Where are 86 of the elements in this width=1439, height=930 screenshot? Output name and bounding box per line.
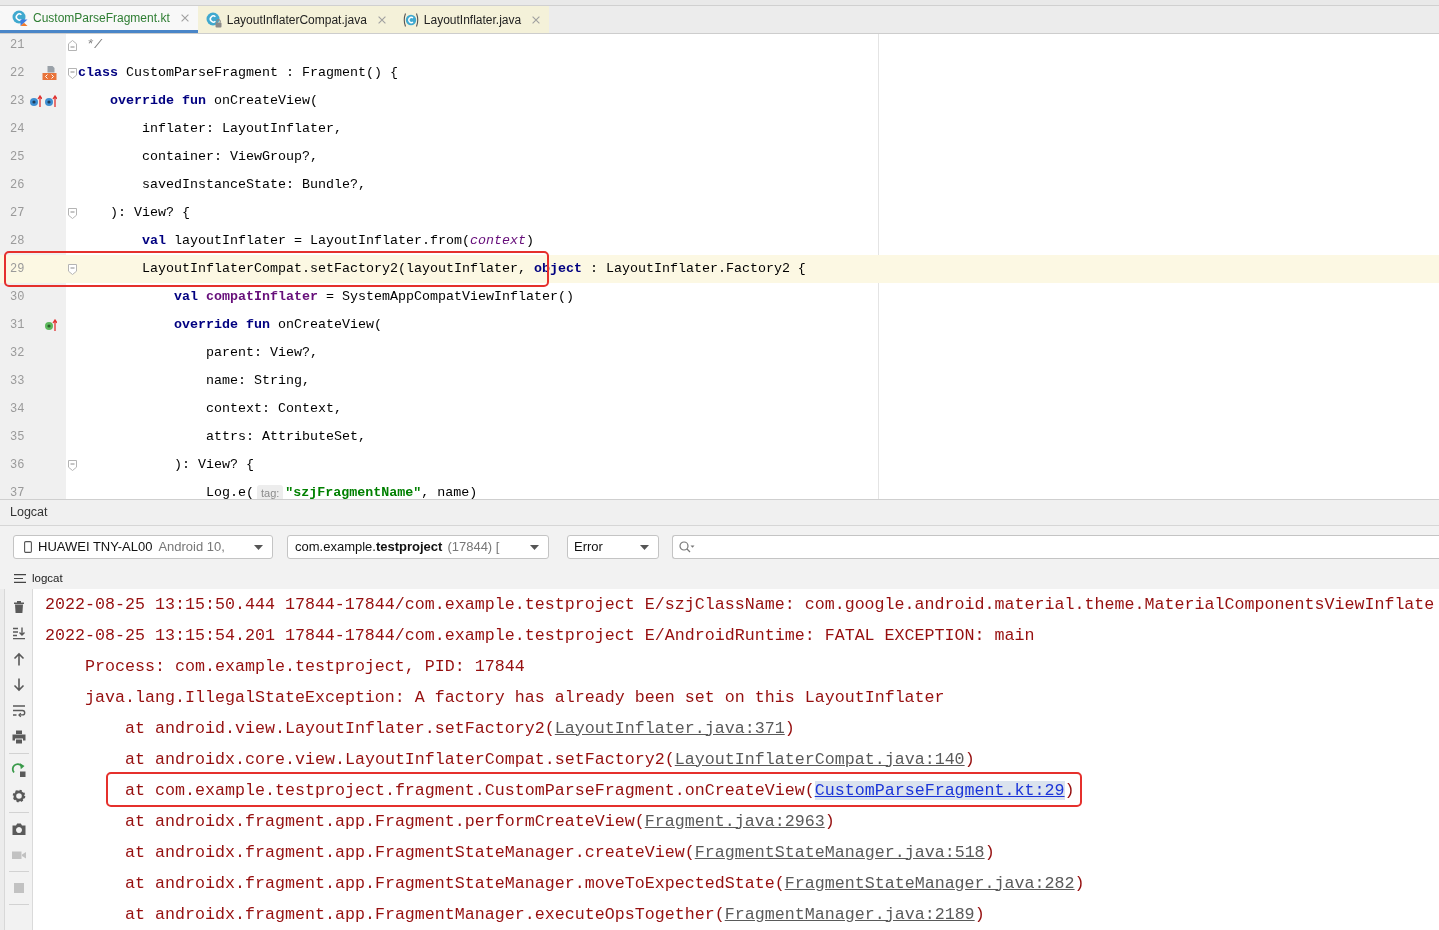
code-text: parent: View?, bbox=[206, 345, 318, 361]
log-line: at android.view.LayoutInflater.setFactory2(LayoutInflater.java:371) bbox=[125, 718, 795, 739]
file-link[interactable]: LayoutInflater.java:371 bbox=[554, 718, 785, 738]
document-tag-icon[interactable] bbox=[42, 66, 57, 80]
log-line: 2022-08-25 13:15:50.444 17844-17844/com.example.testproject E/szjClassName: com.google.android.material.theme.MaterialComponentsViewInflate bbox=[45, 594, 1435, 615]
file-link[interactable]: FragmentStateManager.java:282 bbox=[784, 873, 1075, 893]
circle-up-arrow-icon[interactable] bbox=[45, 319, 57, 331]
log-line: at androidx.core.view.LayoutInflaterCompat.setFactory2(LayoutInflaterCompat.java:140) bbox=[125, 749, 975, 770]
fold-marker-icon[interactable] bbox=[67, 39, 77, 51]
line-number: 23 bbox=[10, 93, 25, 110]
parameter-hint: tag: bbox=[257, 485, 284, 499]
code-text: attrs: AttributeSet, bbox=[206, 429, 366, 445]
log-line: 2022-08-25 13:15:54.201 17844-17844/com.example.testproject E/AndroidRuntime: FATAL EXCEPTION: main bbox=[45, 625, 1035, 646]
caret-icon bbox=[640, 544, 649, 550]
log-line: at com.example.testproject.fragment.CustomParseFragment.onCreateView(CustomParseFragment.kt:29) bbox=[125, 780, 1075, 801]
line-number: 27 bbox=[10, 205, 25, 222]
camera-icon[interactable] bbox=[10, 821, 27, 837]
file-link[interactable]: LayoutInflaterCompat.java:140 bbox=[674, 749, 965, 769]
code-text: name: String, bbox=[206, 373, 310, 389]
code-text: override fun onCreateView( bbox=[174, 317, 382, 333]
caret-icon bbox=[254, 544, 263, 550]
logcat-tab[interactable]: logcat bbox=[14, 569, 63, 588]
code-text: "szjFragmentName", name) bbox=[285, 485, 478, 499]
code-text: val layoutInflater = LayoutInflater.from(context) bbox=[142, 233, 534, 249]
line-number: 34 bbox=[10, 401, 25, 418]
line-number: 35 bbox=[10, 429, 25, 446]
caret-icon bbox=[530, 544, 539, 550]
phone-icon bbox=[24, 541, 32, 553]
editor-tab[interactable]: LayoutInflaterCompat.java bbox=[197, 6, 395, 33]
search-field[interactable] bbox=[672, 535, 1439, 559]
line-number: 21 bbox=[10, 37, 25, 54]
settings-icon[interactable] bbox=[10, 788, 27, 804]
code-text: inflater: LayoutInflater, bbox=[142, 121, 342, 137]
device-dropdown[interactable]: HUAWEI TNY-AL00 Android 10, bbox=[13, 535, 273, 559]
soft-wrap-icon[interactable] bbox=[10, 703, 27, 719]
code-text: ): View? { bbox=[110, 205, 190, 221]
file-link[interactable]: FragmentStateManager.java:518 bbox=[694, 842, 985, 862]
search-icon bbox=[679, 541, 695, 553]
line-number: 36 bbox=[10, 457, 25, 474]
line-number: 33 bbox=[10, 373, 25, 390]
file-link[interactable]: FragmentManager.java:2189 bbox=[724, 904, 975, 924]
line-number: 29 bbox=[10, 261, 25, 278]
code-text: savedInstanceState: Bundle?, bbox=[142, 177, 366, 193]
class-file-icon bbox=[402, 11, 419, 28]
code-text: ): View? { bbox=[174, 457, 254, 473]
fold-marker-icon[interactable] bbox=[67, 207, 77, 219]
code-text: val compatInflater = SystemAppCompatViewInflater() bbox=[174, 289, 574, 305]
scroll-to-end-icon[interactable] bbox=[10, 625, 27, 641]
restart-icon[interactable] bbox=[10, 762, 27, 778]
printer-icon[interactable] bbox=[10, 729, 27, 745]
locked-class-file-icon bbox=[205, 11, 222, 28]
code-text: container: ViewGroup?, bbox=[142, 149, 318, 165]
line-number: 28 bbox=[10, 233, 25, 250]
file-link[interactable]: Fragment.java:2963 bbox=[644, 811, 825, 831]
log-line: java.lang.IllegalStateException: A factory has already been set on this LayoutInflater bbox=[85, 687, 945, 708]
line-number: 37 bbox=[10, 485, 25, 499]
line-number: 22 bbox=[10, 65, 25, 82]
fold-marker-icon[interactable] bbox=[67, 459, 77, 471]
log-line: at androidx.fragment.app.FragmentManager.executeOpsTogether(FragmentManager.java:2189) bbox=[125, 904, 985, 925]
circle-up-arrow-icon[interactable] bbox=[45, 95, 57, 107]
file-link[interactable]: CustomParseFragment.kt:29 bbox=[814, 780, 1065, 800]
log-line: at androidx.fragment.app.FragmentStateManager.moveToExpectedState(FragmentStateManager.java:282) bbox=[125, 873, 1085, 894]
line-number: 25 bbox=[10, 149, 25, 166]
level-dropdown[interactable]: Error bbox=[567, 535, 659, 559]
fold-marker-icon[interactable] bbox=[67, 67, 77, 79]
line-number: 30 bbox=[10, 289, 25, 306]
log-line: at androidx.fragment.app.FragmentStateManager.createView(FragmentStateManager.java:518) bbox=[125, 842, 995, 863]
panel-title: Logcat bbox=[10, 504, 48, 522]
line-number: 24 bbox=[10, 121, 25, 138]
code-text: class CustomParseFragment : Fragment() { bbox=[78, 65, 398, 81]
line-number: 31 bbox=[10, 317, 25, 334]
code-text: Log.e( bbox=[206, 485, 254, 499]
log-line: Process: com.example.testproject, PID: 17844 bbox=[85, 656, 525, 677]
fold-marker-icon[interactable] bbox=[67, 263, 77, 275]
circle-up-arrow-icon[interactable] bbox=[30, 95, 42, 107]
code-text: context: Context, bbox=[206, 401, 342, 417]
log-line: at androidx.fragment.app.Fragment.performCreateView(Fragment.java:2963) bbox=[125, 811, 835, 832]
class-file-icon bbox=[12, 10, 28, 26]
code-text: override fun onCreateView( bbox=[110, 93, 318, 109]
lines-icon bbox=[14, 574, 26, 583]
editor-tab[interactable]: CustomParseFragment.kt bbox=[0, 6, 198, 33]
editor-tab[interactable]: LayoutInflater.java bbox=[394, 6, 550, 33]
line-number: 32 bbox=[10, 345, 25, 362]
code-text: */ bbox=[86, 37, 102, 53]
process-dropdown[interactable]: com.example.testproject (17844) [ bbox=[287, 535, 549, 559]
line-number: 26 bbox=[10, 177, 25, 194]
